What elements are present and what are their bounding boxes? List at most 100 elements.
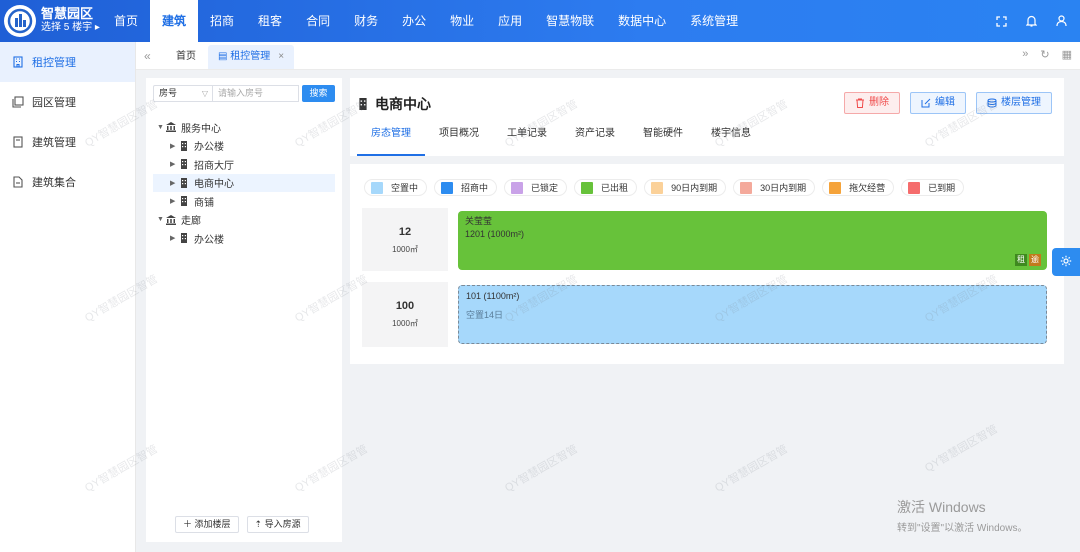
floor-number: 12 [398,226,412,238]
tree-node-ecommerce-center[interactable]: ▶ 电商中心 [153,173,335,192]
delete-button[interactable]: 删除 [844,92,900,114]
fullscreen-icon[interactable] [994,14,1008,28]
nav-building[interactable]: 建筑 [150,0,199,42]
sidebar-item-building-management[interactable]: 建筑管理 [0,122,135,162]
refresh-icon[interactable]: ↻ [1040,48,1049,61]
tree-node-office-building-2[interactable]: ▶ 办公楼 [153,229,335,248]
legend-item[interactable]: 空置中 [364,179,428,196]
tabs-scroll-right-icon[interactable]: » [1022,48,1028,61]
search-button[interactable]: 搜索 [302,85,335,102]
building-icon [12,56,24,68]
tree-node-shops[interactable]: ▶ 商铺 [153,192,335,211]
nav-apps[interactable]: 应用 [486,0,534,42]
grid-icon[interactable]: ▦ [1062,48,1072,61]
nav-finance[interactable]: 财务 [342,0,390,42]
expand-arrow-icon[interactable]: ▶ [170,142,179,150]
tab-room-status[interactable]: 房态管理 [357,124,425,156]
expand-arrow-icon[interactable]: ▶ [170,234,179,242]
sidebar-item-park-management[interactable]: 园区管理 [0,82,135,122]
sidebar-item-building-collection[interactable]: 建筑集合 [0,162,135,202]
brand[interactable]: 智慧园区 选择 5 楼宇 ▸ [0,0,102,42]
watermark: QY智慧园区智管 [922,423,1000,475]
tab-asset-records[interactable]: 资产记录 [561,124,629,156]
tab-building-info[interactable]: 楼宇信息 [697,124,765,156]
legend-item[interactable]: 拖欠经营 [822,179,895,196]
floor-label[interactable]: 12 1000㎡ [362,208,448,271]
floor-number: 100 [395,300,415,312]
expand-arrow-icon[interactable]: ▼ [157,124,166,131]
copy-icon [12,96,24,108]
legend-swatch [581,181,594,194]
rent-tag: 租 [1015,254,1027,266]
add-floor-button[interactable]: ＋ 添加楼层 [175,516,239,533]
tabs-scroll-left-icon[interactable]: « [144,49,151,63]
main-nav: 首页 建筑 招商 租客 合同 财务 办公 物业 应用 智慧物联 数据中心 系统管… [102,0,750,42]
edit-icon [921,98,931,108]
button-label: 楼层管理 [1001,97,1041,108]
edit-button[interactable]: 编辑 [910,92,966,114]
vacancy-note: 空置14日 [466,310,504,320]
legend-swatch [441,181,454,194]
status-legend: 空置中 招商中 已锁定 已出租 90日内到期 30日内到期 拖欠经营 已到期 [364,179,965,196]
building-subtabs: 房态管理 项目概况 工单记录 资产记录 智能硬件 楼宇信息 [357,124,765,156]
legend-item[interactable]: 已锁定 [504,179,568,196]
watermark: QY智慧园区智管 [502,443,580,495]
import-rooms-button[interactable]: ⇡ 导入房源 [246,516,309,533]
document-icon [12,176,24,188]
expand-arrow-icon[interactable]: ▶ [170,179,179,187]
tree-node-service-center[interactable]: ▼ 服务中心 [153,118,335,137]
tree-node-label: 办公楼 [194,234,224,246]
legend-label: 已锁定 [531,183,559,193]
room-name: 101 (1100m²) [466,291,520,301]
nav-home[interactable]: 首页 [102,0,150,42]
bell-icon[interactable] [1024,14,1038,28]
nav-tenants[interactable]: 租客 [246,0,294,42]
tree-node-label: 走廊 [181,216,201,228]
floor-area: 1000㎡ [392,319,418,328]
nav-system[interactable]: 系统管理 [678,0,750,42]
settings-float-button[interactable] [1052,248,1080,276]
tree-node-office-building[interactable]: ▶ 办公楼 [153,137,335,156]
room-number-input[interactable]: 请输入房号 [213,85,299,102]
legend-item[interactable]: 招商中 [434,179,498,196]
tab-lease-control[interactable]: ▤ 租控管理 × [208,45,295,69]
building-selector[interactable]: 选择 5 楼宇 ▸ [41,21,100,35]
expand-arrow-icon[interactable]: ▶ [170,160,179,168]
legend-swatch [511,181,524,194]
tree-node-leasing-hall[interactable]: ▶ 招商大厅 [153,155,335,174]
trash-icon [855,98,865,108]
building-icon [179,140,189,151]
expand-arrow-icon[interactable]: ▶ [170,197,179,205]
activation-title: 激活 Windows [897,499,986,515]
room-name: 1201 (1000m²) [465,229,525,239]
legend-item[interactable]: 已出租 [574,179,638,196]
book-icon [12,136,24,148]
sidebar-item-label: 园区管理 [32,97,76,109]
tab-home[interactable]: 首页 [166,45,206,69]
tab-work-orders[interactable]: 工单记录 [493,124,561,156]
floor-label[interactable]: 100 1000㎡ [362,282,448,347]
legend-item[interactable]: 90日内到期 [644,179,727,196]
nav-contracts[interactable]: 合同 [294,0,342,42]
nav-leasing[interactable]: 招商 [198,0,246,42]
legend-label: 已出租 [601,183,629,193]
nav-iot[interactable]: 智慧物联 [534,0,606,42]
button-label: 删除 [869,97,889,108]
nav-data-center[interactable]: 数据中心 [606,0,678,42]
tab-project-overview[interactable]: 项目概况 [425,124,493,156]
tree-node-corridor[interactable]: ▼ 走廊 [153,211,335,230]
expand-arrow-icon[interactable]: ▼ [157,216,166,223]
search-type-select[interactable]: 房号 ▽ [153,85,213,102]
sidebar-item-lease-control[interactable]: 租控管理 [0,42,135,82]
room-card[interactable]: 101 (1100m²) 空置14日 [458,285,1047,344]
legend-item[interactable]: 已到期 [901,179,965,196]
nav-property[interactable]: 物业 [438,0,486,42]
legend-swatch [829,181,842,194]
nav-office[interactable]: 办公 [390,0,438,42]
room-card[interactable]: 关莹莹 1201 (1000m²) 租 逾 [458,211,1047,270]
close-icon[interactable]: × [278,51,284,62]
floor-management-button[interactable]: 楼层管理 [976,92,1052,114]
tab-smart-hardware[interactable]: 智能硬件 [629,124,697,156]
legend-item[interactable]: 30日内到期 [733,179,816,196]
user-icon[interactable] [1054,14,1068,28]
